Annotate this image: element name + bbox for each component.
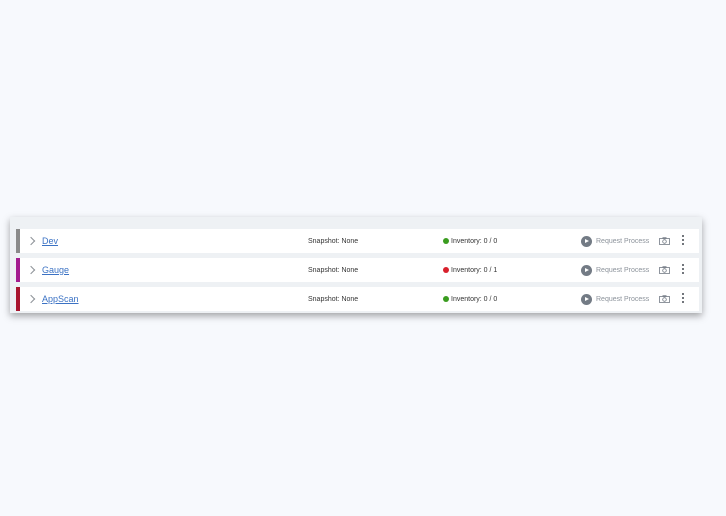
request-process-label: Request Process bbox=[596, 237, 650, 245]
play-circle-icon bbox=[581, 264, 592, 276]
more-vertical-icon[interactable] bbox=[681, 235, 685, 247]
snapshot-label: Snapshot: None bbox=[308, 237, 359, 245]
request-process-button[interactable]: Request Process bbox=[581, 293, 650, 305]
snapshot-label: Snapshot: None bbox=[308, 266, 359, 274]
environment-row-dev: Dev Snapshot: None Inventory: 0 / 0 Requ… bbox=[16, 229, 699, 253]
environments-panel: Dev Snapshot: None Inventory: 0 / 0 Requ… bbox=[10, 217, 702, 313]
environment-color-bar bbox=[16, 287, 20, 311]
request-process-label: Request Process bbox=[596, 295, 650, 303]
environment-name-link[interactable]: Dev bbox=[42, 236, 282, 246]
inventory-status: Inventory: 0 / 0 bbox=[443, 238, 497, 245]
environment-color-bar bbox=[16, 258, 20, 282]
status-dot-icon bbox=[443, 296, 449, 302]
environment-name-link[interactable]: AppScan bbox=[42, 294, 282, 304]
environment-row-gauge: Gauge Snapshot: None Inventory: 0 / 1 Re… bbox=[16, 258, 699, 282]
play-circle-icon bbox=[581, 293, 592, 305]
more-vertical-icon[interactable] bbox=[681, 293, 685, 305]
snapshot-label: Snapshot: None bbox=[308, 295, 359, 303]
camera-icon[interactable] bbox=[659, 266, 670, 274]
camera-icon[interactable] bbox=[659, 237, 670, 245]
more-vertical-icon[interactable] bbox=[681, 264, 685, 276]
status-dot-icon bbox=[443, 267, 449, 273]
environment-row-appscan: AppScan Snapshot: None Inventory: 0 / 0 … bbox=[16, 287, 699, 311]
camera-icon[interactable] bbox=[659, 295, 670, 303]
inventory-label: Inventory: 0 / 0 bbox=[451, 237, 498, 245]
request-process-button[interactable]: Request Process bbox=[581, 264, 650, 276]
inventory-status: Inventory: 0 / 0 bbox=[443, 296, 497, 303]
status-dot-icon bbox=[443, 238, 449, 244]
request-process-button[interactable]: Request Process bbox=[581, 235, 650, 247]
play-circle-icon bbox=[581, 235, 592, 247]
inventory-label: Inventory: 0 / 1 bbox=[451, 266, 498, 274]
request-process-label: Request Process bbox=[596, 266, 650, 274]
environment-name-link[interactable]: Gauge bbox=[42, 265, 282, 275]
chevron-right-icon[interactable] bbox=[28, 267, 35, 274]
environment-color-bar bbox=[16, 229, 20, 253]
inventory-label: Inventory: 0 / 0 bbox=[451, 295, 498, 303]
chevron-right-icon[interactable] bbox=[28, 296, 35, 303]
inventory-status: Inventory: 0 / 1 bbox=[443, 267, 497, 274]
chevron-right-icon[interactable] bbox=[28, 238, 35, 245]
